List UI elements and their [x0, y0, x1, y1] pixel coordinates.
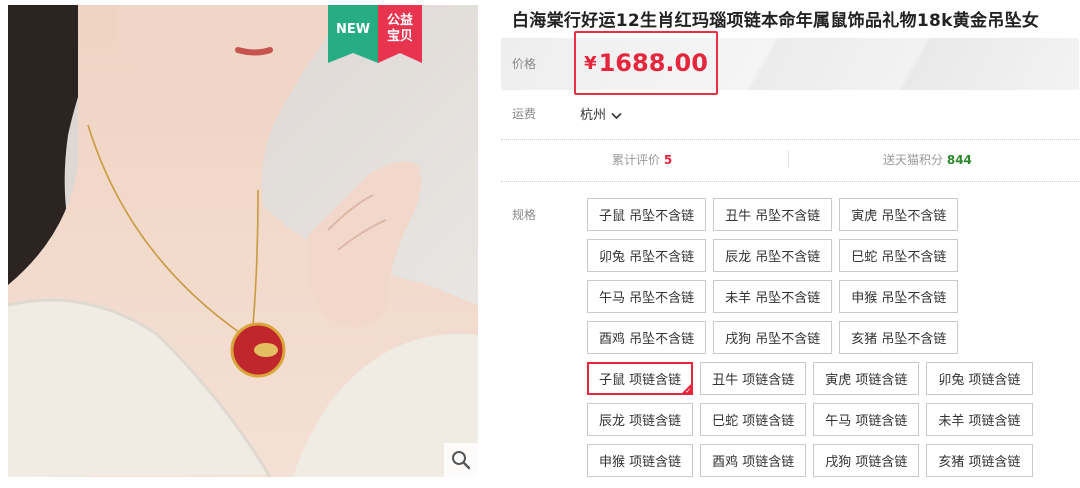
spec-option[interactable]: 辰龙 吊坠不含链: [713, 239, 833, 272]
chevron-down-icon: [611, 112, 622, 119]
points-label: 送天猫积分: [883, 153, 944, 167]
charity-badge: 公益 宝贝: [378, 5, 422, 63]
spec-option[interactable]: 子鼠 吊坠不含链: [587, 198, 707, 231]
spec-option[interactable]: 辰龙 项链含链: [587, 403, 694, 436]
spec-option[interactable]: 卯兔 吊坠不含链: [587, 239, 707, 272]
spec-option[interactable]: 戌狗 项链含链: [813, 444, 920, 477]
product-title: 白海棠行好运12生肖红玛瑙项链本命年属鼠饰品礼物18k黄金吊坠女: [512, 11, 1040, 31]
spec-row: 子鼠 吊坠不含链 丑牛 吊坠不含链 寅虎 吊坠不含链: [587, 198, 1067, 231]
new-badge-label: NEW: [335, 21, 371, 37]
spec-option[interactable]: 卯兔 项链含链: [926, 362, 1033, 395]
product-photo[interactable]: [8, 5, 478, 477]
spec-option[interactable]: 申猴 项链含链: [587, 444, 694, 477]
points-stat: 送天猫积分 844: [883, 151, 972, 168]
price-label: 价格: [512, 57, 537, 71]
spec-option[interactable]: 丑牛 吊坠不含链: [713, 198, 833, 231]
zoom-button[interactable]: [444, 443, 478, 477]
spec-row: 申猴 项链含链 酉鸡 项链含链 戌狗 项链含链 亥猪 项链含链: [587, 444, 1067, 477]
product-image-gallery[interactable]: NEW 公益 宝贝: [8, 5, 478, 477]
spec-option[interactable]: 巳蛇 吊坠不含链: [839, 239, 959, 272]
spec-option[interactable]: 亥猪 项链含链: [926, 444, 1033, 477]
spec-row: 酉鸡 吊坠不含链 戌狗 吊坠不含链 亥猪 吊坠不含链: [587, 321, 1067, 354]
spec-options: 子鼠 吊坠不含链 丑牛 吊坠不含链 寅虎 吊坠不含链 卯兔 吊坠不含链 辰龙 吊…: [587, 198, 1067, 485]
divider-top: [501, 139, 1079, 140]
spec-row: 午马 吊坠不含链 未羊 吊坠不含链 申猴 吊坠不含链: [587, 280, 1067, 313]
spec-option[interactable]: 寅虎 项链含链: [813, 362, 920, 395]
price-highlight-box: ¥ 1688.00: [574, 31, 718, 95]
spec-option[interactable]: 申猴 吊坠不含链: [839, 280, 959, 313]
spec-row: 子鼠 项链含链 丑牛 项链含链 寅虎 项链含链 卯兔 项链含链: [587, 362, 1067, 395]
spec-option[interactable]: 未羊 吊坠不含链: [713, 280, 833, 313]
spec-option[interactable]: 巳蛇 项链含链: [700, 403, 807, 436]
charity-badge-line1: 公益: [386, 13, 413, 28]
spec-option[interactable]: 丑牛 项链含链: [700, 362, 807, 395]
reviews-count: 5: [663, 153, 673, 167]
spec-option[interactable]: 午马 项链含链: [813, 403, 920, 436]
reviews-label: 累计评价: [612, 153, 661, 167]
search-icon: [452, 451, 471, 470]
shipping-location-select[interactable]: 杭州: [580, 104, 622, 123]
spec-option[interactable]: 寅虎 吊坠不含链: [839, 198, 959, 231]
spec-option[interactable]: 戌狗 吊坠不含链: [713, 321, 833, 354]
price-value: 1688.00: [598, 49, 708, 77]
spec-row: 卯兔 吊坠不含链 辰龙 吊坠不含链 巳蛇 吊坠不含链: [587, 239, 1067, 272]
stats-divider: [788, 150, 789, 168]
reviews-stat[interactable]: 累计评价 5: [612, 151, 672, 168]
spec-option[interactable]: 酉鸡 吊坠不含链: [587, 321, 707, 354]
spec-option[interactable]: 亥猪 吊坠不含链: [839, 321, 959, 354]
charity-badge-line2: 宝贝: [386, 29, 413, 44]
spec-label: 规格: [512, 208, 537, 222]
spec-option[interactable]: 酉鸡 项链含链: [700, 444, 807, 477]
new-badge: NEW: [328, 5, 378, 63]
spec-row: 辰龙 项链含链 巳蛇 项链含链 午马 项链含链 未羊 项链含链: [587, 403, 1067, 436]
price-currency: ¥: [584, 52, 597, 74]
points-value: 844: [946, 153, 972, 167]
spec-option[interactable]: 未羊 项链含链: [926, 403, 1033, 436]
divider-bottom: [501, 181, 1079, 182]
spec-option[interactable]: 午马 吊坠不含链: [587, 280, 707, 313]
shipping-location: 杭州: [580, 108, 607, 123]
shipping-label: 运费: [512, 107, 537, 121]
spec-option-selected[interactable]: 子鼠 项链含链: [587, 362, 694, 395]
